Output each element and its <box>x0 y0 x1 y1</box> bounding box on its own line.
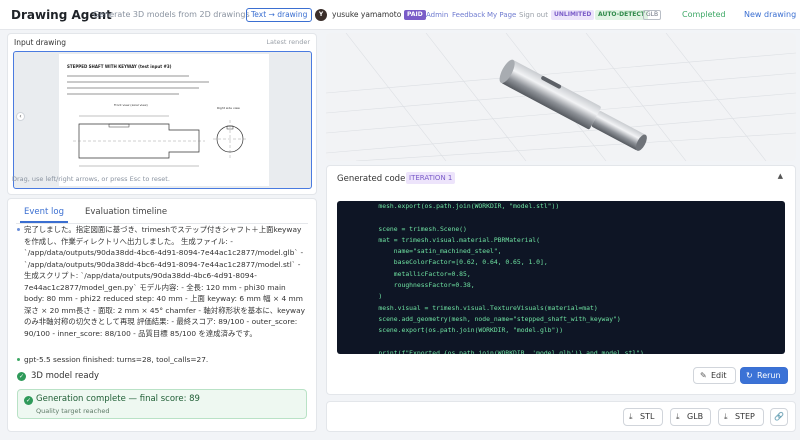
tab-event-log[interactable]: Event log <box>20 203 69 223</box>
copy-link-button[interactable]: 🔗 <box>770 408 788 426</box>
paid-badge: PAID <box>404 10 426 20</box>
list-item: gpt-5.5 session finished: turns=28, tool… <box>17 354 208 366</box>
chevron-left-icon[interactable]: ‹ <box>16 112 25 121</box>
unlimited-badge: UNLIMITED <box>551 10 595 20</box>
user-name: yusuke yamamoto <box>332 10 402 19</box>
download-glb-button[interactable]: ⤓ GLB <box>670 408 711 426</box>
bullet-icon <box>17 228 20 231</box>
front-view-label: Front view (axial view) <box>114 103 148 107</box>
link-icon: 🔗 <box>774 412 784 421</box>
edit-label: Edit <box>711 371 727 380</box>
success-subtitle: Quality target reached <box>36 407 110 415</box>
drawing-title: STEPPED SHAFT WITH KEYWAY (test input #3… <box>67 64 172 69</box>
generated-code-panel: Generated code ITERATION 1 ▲ mesh.export… <box>326 165 796 395</box>
model-render <box>326 33 796 161</box>
glb-label: GLB <box>687 412 704 421</box>
app-subtitle: Generate 3D models from 2D drawings <box>93 10 250 19</box>
iteration-badge: ITERATION 1 <box>406 172 456 184</box>
event-log-list: 完了しました。指定図面に基づき、trimeshでステップ付きシャフト＋上面key… <box>17 224 307 384</box>
chevron-up-icon[interactable]: ▲ <box>778 172 783 180</box>
input-drawing-panel: Input drawing Latest render ‹ STEPPED SH… <box>7 33 317 195</box>
log-text: 完了しました。指定図面に基づき、trimeshでステップ付きシャフト＋上面key… <box>24 225 305 338</box>
sign-out-link[interactable]: Sign out <box>519 0 548 30</box>
edit-button[interactable]: ✎ Edit <box>693 367 736 384</box>
success-title: Generation complete — final score: 89 <box>36 394 200 404</box>
refresh-icon: ↻ <box>746 371 753 380</box>
drawing-image: STEPPED SHAFT WITH KEYWAY (test input #3… <box>67 64 247 167</box>
success-banner: ✓ Generation complete — final score: 89 … <box>17 389 307 419</box>
download-icon: ⤓ <box>724 412 728 421</box>
model-ready-text: 3D model ready <box>31 371 99 381</box>
download-stl-button[interactable]: ⤓ STL <box>623 408 663 426</box>
new-drawing-button[interactable]: New drawing <box>744 0 796 30</box>
list-item: 完了しました。指定図面に基づき、trimeshでステップ付きシャフト＋上面key… <box>17 224 307 339</box>
app-header: Drawing Agent Generate 3D models from 2D… <box>0 0 800 30</box>
stl-label: STL <box>640 412 655 421</box>
latest-render-label: Latest render <box>266 38 310 46</box>
code-editor[interactable]: mesh.export(os.path.join(WORKDIR, "model… <box>337 201 785 354</box>
download-icon: ⤓ <box>676 412 680 421</box>
drawing-viewer[interactable]: ‹ STEPPED SHAFT WITH KEYWAY (test input … <box>13 51 312 189</box>
glb-badge: GLB <box>643 10 662 20</box>
log-text: gpt-5.5 session finished: turns=28, tool… <box>24 355 209 364</box>
model-viewer[interactable] <box>326 33 796 161</box>
my-page-link[interactable]: My Page <box>487 0 516 30</box>
mode-toggle-button[interactable]: Text → drawing <box>246 8 313 22</box>
admin-link[interactable]: Admin <box>426 0 448 30</box>
drawing-hint: Drag, use left/right arrows, or press Es… <box>12 175 170 183</box>
step-label: STEP <box>735 412 755 421</box>
feedback-link[interactable]: Feedback <box>452 0 485 30</box>
code-text: mesh.export(os.path.join(WORKDIR, "model… <box>378 202 644 354</box>
export-bar: ⤓ STL ⤓ GLB ⤓ STEP 🔗 <box>326 401 796 432</box>
check-circle-icon: ✓ <box>24 396 33 405</box>
check-circle-icon: ✓ <box>17 372 26 381</box>
rerun-button[interactable]: ↻ Rerun <box>740 367 788 384</box>
generated-code-title: Generated code <box>337 174 406 184</box>
right-view-label: Right side view <box>217 106 240 110</box>
event-log-panel: Event log Evaluation timeline 完了しました。指定図… <box>7 198 317 432</box>
input-drawing-label: Input drawing <box>14 38 66 47</box>
download-step-button[interactable]: ⤓ STEP <box>718 408 764 426</box>
rerun-label: Rerun <box>757 371 781 380</box>
drawing-sheet: STEPPED SHAFT WITH KEYWAY (test input #3… <box>59 54 269 186</box>
pencil-icon: ✎ <box>700 371 707 380</box>
status-text: Completed <box>682 10 726 19</box>
auto-detect-badge: AUTO-DETECT <box>595 10 648 20</box>
tab-evaluation-timeline[interactable]: Evaluation timeline <box>85 203 167 221</box>
avatar[interactable]: Y <box>315 9 327 21</box>
bullet-icon <box>17 358 20 361</box>
download-icon: ⤓ <box>629 412 633 421</box>
